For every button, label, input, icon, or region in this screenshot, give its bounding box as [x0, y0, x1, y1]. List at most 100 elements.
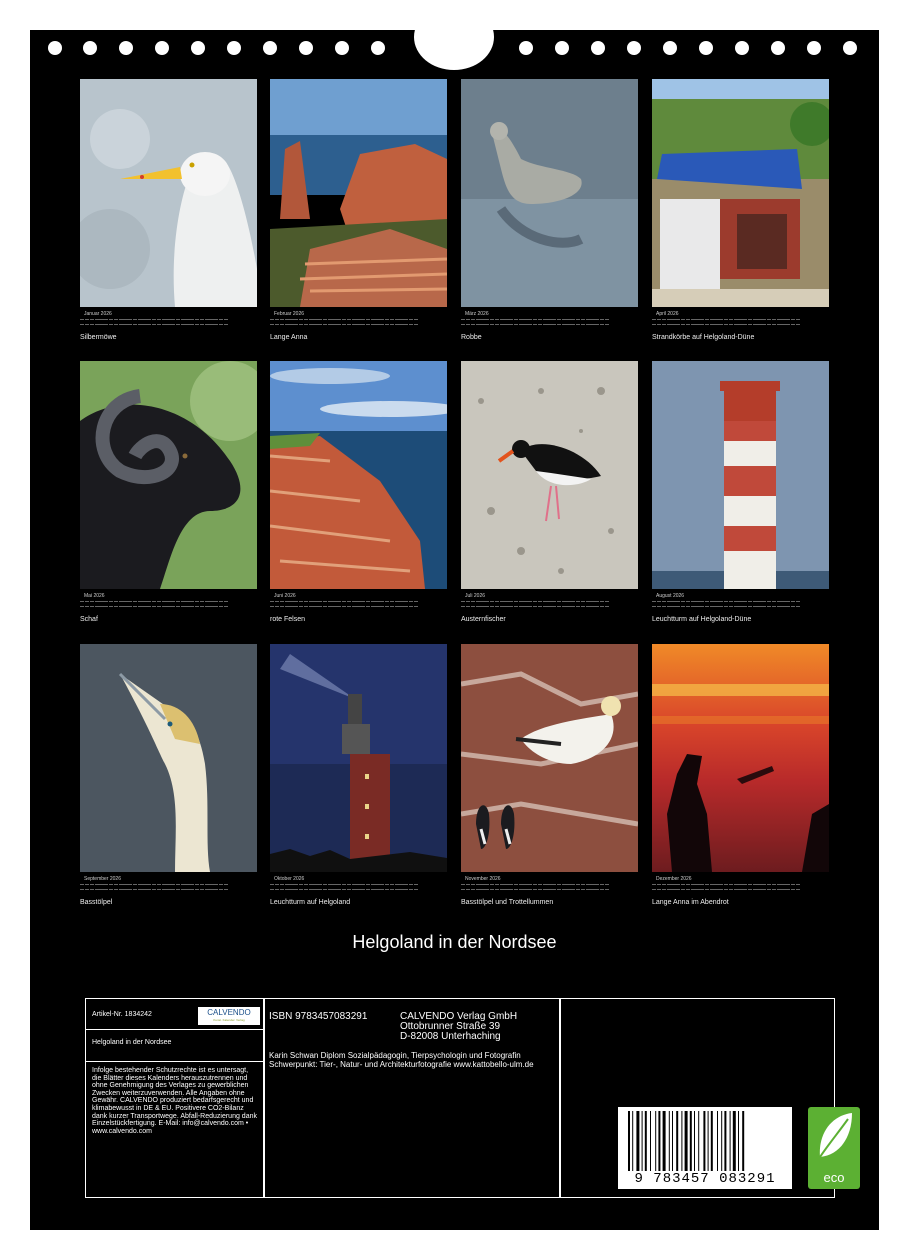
- day-mark: [399, 606, 404, 607]
- day-mark: [332, 606, 337, 607]
- day-mark: [156, 324, 161, 325]
- day-mark: [361, 606, 366, 607]
- day-mark: [298, 889, 304, 890]
- day-mark: [661, 319, 667, 320]
- day-mark: [489, 889, 495, 890]
- day-mark: [585, 889, 590, 890]
- day-mark: [747, 884, 753, 885]
- eco-badge: eco: [808, 1107, 860, 1189]
- day-mark: [480, 889, 485, 890]
- day-mark: [533, 884, 538, 885]
- day-mark: [370, 606, 375, 607]
- binding-hole: [591, 41, 605, 55]
- day-mark: [752, 606, 757, 607]
- day-mark: [308, 606, 313, 607]
- day-mark: [733, 601, 738, 602]
- day-mark: [171, 319, 176, 320]
- day-mark: [599, 601, 605, 602]
- day-mark: [747, 324, 753, 325]
- day-mark: [322, 606, 328, 607]
- day-mark: [547, 606, 552, 607]
- binding-hole: [335, 41, 349, 55]
- day-mark: [161, 319, 166, 320]
- day-mark: [743, 884, 748, 885]
- day-mark: [700, 319, 705, 320]
- day-mark: [223, 884, 228, 885]
- day-mark: [604, 601, 609, 602]
- day-mark: [661, 884, 667, 885]
- day-mark: [132, 324, 138, 325]
- barcode-bar: [710, 1111, 713, 1171]
- photo-caption: Leuchtturm auf Helgoland: [270, 899, 351, 906]
- day-mark: [113, 606, 118, 607]
- barcode-bar: [703, 1111, 706, 1171]
- isbn: ISBN 9783457083291: [269, 1011, 368, 1022]
- day-mark: [284, 889, 289, 890]
- day-mark: [695, 601, 700, 602]
- day-grid: [652, 601, 829, 613]
- day-mark: [223, 324, 228, 325]
- binding-hole: [771, 41, 785, 55]
- publisher-city: D-82008 Unterhaching: [400, 1031, 501, 1042]
- day-mark: [762, 606, 767, 607]
- day-mark: [781, 601, 786, 602]
- day-mark: [475, 319, 480, 320]
- day-mark: [518, 889, 523, 890]
- day-mark: [728, 324, 733, 325]
- day-mark: [676, 884, 681, 885]
- day-mark: [604, 889, 609, 890]
- day-mark: [137, 324, 142, 325]
- day-mark: [108, 884, 114, 885]
- day-mark: [690, 606, 695, 607]
- day-mark: [89, 889, 95, 890]
- day-mark: [209, 606, 214, 607]
- day-mark: [776, 606, 781, 607]
- day-mark: [561, 324, 566, 325]
- day-mark: [351, 884, 356, 885]
- day-mark: [762, 324, 767, 325]
- day-mark: [413, 601, 418, 602]
- day-mark: [518, 601, 523, 602]
- day-mark: [275, 319, 280, 320]
- barcode-bar: [729, 1111, 731, 1171]
- day-mark: [542, 324, 547, 325]
- day-mark: [657, 601, 662, 602]
- day-grid: [80, 319, 257, 331]
- day-mark: [767, 889, 772, 890]
- day-mark: [413, 889, 418, 890]
- day-mark: [561, 889, 566, 890]
- day-mark: [394, 889, 399, 890]
- day-mark: [771, 324, 777, 325]
- day-mark: [128, 601, 133, 602]
- day-mark: [147, 884, 152, 885]
- day-mark: [776, 324, 781, 325]
- day-grid: [652, 884, 829, 896]
- day-mark: [499, 889, 504, 890]
- day-mark: [599, 889, 605, 890]
- day-mark: [370, 889, 375, 890]
- day-mark: [209, 319, 214, 320]
- day-mark: [132, 884, 138, 885]
- day-mark: [466, 601, 471, 602]
- day-mark: [195, 606, 200, 607]
- day-mark: [671, 889, 676, 890]
- photo-caption: Lange Anna im Abendrot: [652, 899, 729, 906]
- day-mark: [786, 606, 791, 607]
- day-mark: [786, 601, 791, 602]
- day-mark: [576, 889, 581, 890]
- day-mark: [408, 324, 414, 325]
- day-mark: [113, 884, 118, 885]
- day-mark: [156, 601, 161, 602]
- day-mark: [566, 601, 571, 602]
- day-mark: [666, 319, 671, 320]
- day-mark: [214, 889, 219, 890]
- day-mark: [375, 889, 380, 890]
- day-mark: [175, 884, 181, 885]
- day-mark: [585, 601, 590, 602]
- day-mark: [475, 884, 480, 885]
- day-mark: [571, 319, 576, 320]
- day-mark: [771, 319, 777, 320]
- day-mark: [757, 889, 762, 890]
- day-mark: [652, 319, 657, 320]
- day-mark: [142, 884, 147, 885]
